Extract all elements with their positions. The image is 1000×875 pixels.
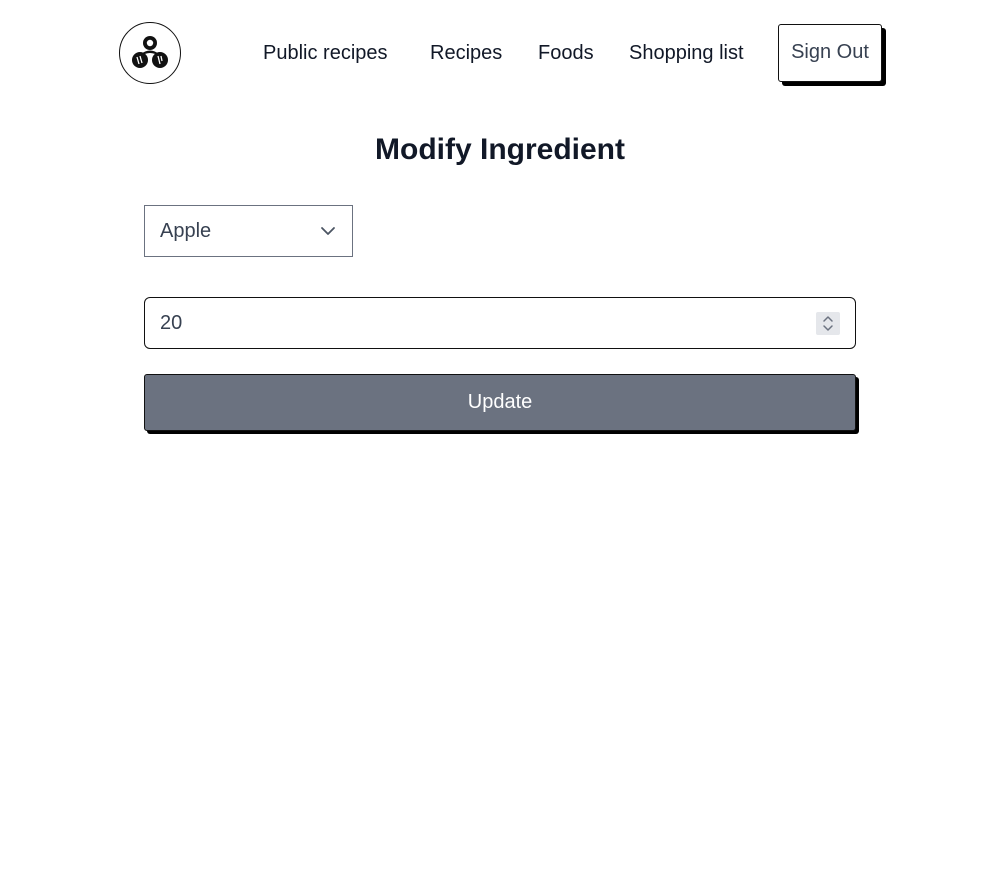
sign-out-button[interactable]: Sign Out [778,24,882,82]
nav-link-foods[interactable]: Foods [538,24,594,82]
page-title: Modify Ingredient [375,133,625,166]
update-button[interactable]: Update [144,374,856,431]
chevron-down-icon [320,223,336,239]
food-select[interactable]: Apple [144,205,353,257]
top-navbar: Public recipes Recipes Foods Shopping li… [0,0,1000,106]
page: Public recipes Recipes Foods Shopping li… [0,0,1000,875]
food-select-value: Apple [160,220,212,242]
nav-link-recipes[interactable]: Recipes [430,24,502,82]
nav-link-public-recipes[interactable]: Public recipes [263,24,388,82]
nav-link-shopping-list[interactable]: Shopping list [629,24,744,82]
nav-links: Public recipes Recipes Foods Shopping li… [0,24,1000,82]
spinner-arrows-icon[interactable] [816,312,840,335]
quantity-input[interactable] [145,298,805,348]
quantity-field [144,297,856,349]
